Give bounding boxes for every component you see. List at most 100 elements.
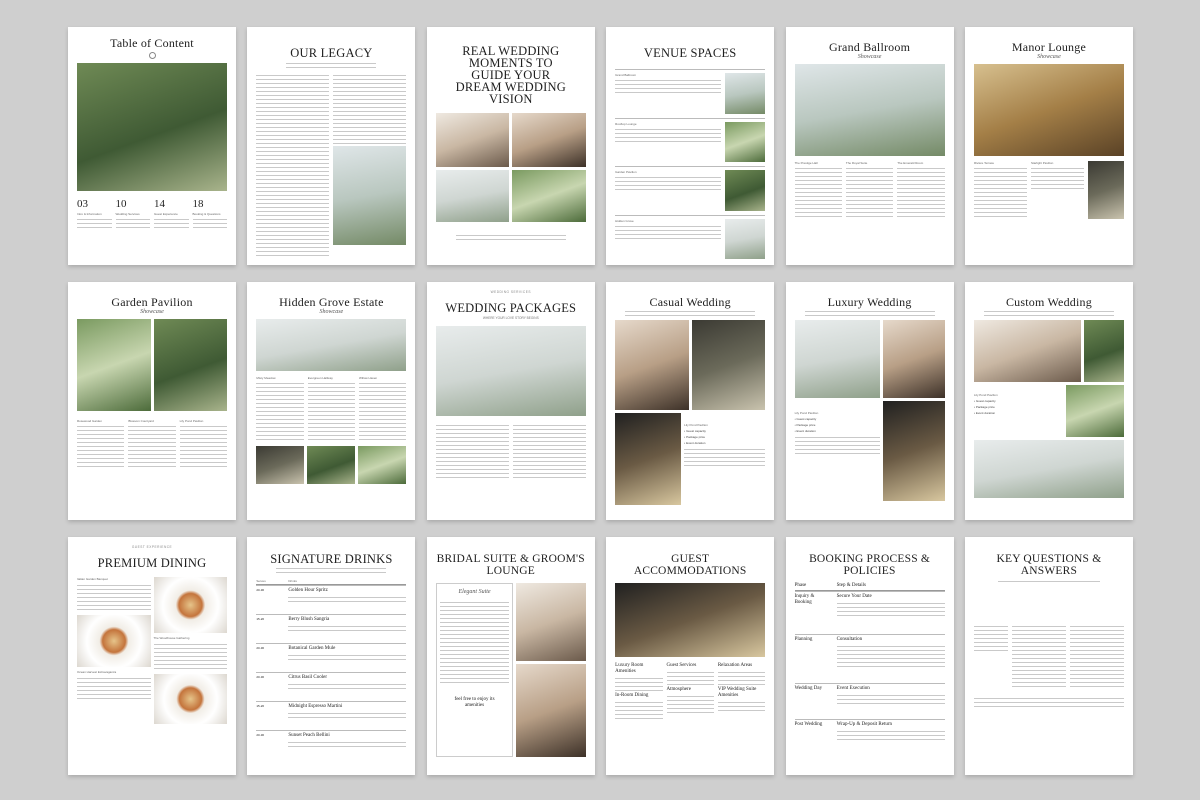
venue-thumb xyxy=(725,218,766,259)
table-decor-photo xyxy=(882,401,945,501)
page-script-title: Showcase xyxy=(319,309,344,315)
amenity-heading: Luxury Room Amenities xyxy=(615,663,644,674)
estate-photo xyxy=(435,170,510,222)
page-title: REAL WEDDING MOMENTS TO GUIDE YOUR DREAM… xyxy=(455,44,566,106)
drink-serves: 20-30 xyxy=(256,588,265,592)
venue-thumb xyxy=(725,170,766,211)
room-name: The Prestige Hall xyxy=(794,161,818,165)
package-bullet: Package price xyxy=(974,405,1063,409)
toc-number: 10 xyxy=(115,198,127,210)
amenity-heading: In-Room Dining xyxy=(615,693,649,698)
page-title: WEDDING PACKAGES xyxy=(445,301,577,315)
drink-name: Midnight Espresso Martini xyxy=(288,704,343,709)
page-casual-wedding: Casual Wedding Lily Pond Pavilion Guest … xyxy=(606,282,775,520)
drink-name: Golden Hour Spritz xyxy=(288,588,328,593)
phase-step: Wrap-Up & Deposit Return xyxy=(836,721,893,727)
room-name: The Emerald Room xyxy=(897,161,924,165)
estate-photo xyxy=(333,146,407,245)
venue-space-name[interactable]: Hidden Grove xyxy=(615,219,721,223)
toc-label[interactable]: Intro & Information xyxy=(77,212,112,216)
page-bridal-suite: BRIDAL SUITE & GROOM'S LOUNGE Elegant Su… xyxy=(426,537,595,775)
page-luxury-wedding: Luxury Wedding Lily Pond Pavilion Guest … xyxy=(785,282,954,520)
couple-photo xyxy=(512,113,586,167)
couple-photo xyxy=(615,320,689,410)
area-name: Evergreen Hallway xyxy=(307,376,333,380)
lounge-photo xyxy=(973,64,1124,156)
phase-step: Event Execution xyxy=(836,685,870,691)
page-title: Hidden Grove Estate xyxy=(279,295,384,309)
doorway-photo xyxy=(1087,161,1124,219)
page-title: SIGNATURE DRINKS xyxy=(270,552,393,566)
package-bullet: Event duration xyxy=(795,429,880,433)
page-signature-drinks: SIGNATURE DRINKS Serves Drinks 20-30 Gold… xyxy=(247,537,416,775)
suite-script-title: Elegant Suite xyxy=(458,589,491,595)
drink-name: Citrus Basil Cooler xyxy=(288,675,328,680)
room-name: Rivière Terrace xyxy=(973,161,995,165)
venue-space-name[interactable]: Grand Ballroom xyxy=(615,73,721,77)
menu-name: Ocean Harvest Extravaganza xyxy=(77,670,117,674)
page-real-wedding-moments: REAL WEDDING MOMENTS TO GUIDE YOUR DREAM… xyxy=(426,27,595,265)
banquet-hall-photo xyxy=(615,583,766,657)
drink-serves: 20-30 xyxy=(256,646,265,650)
page-key-questions: KEY QUESTIONS & ANSWERS xyxy=(964,537,1133,775)
page-title: Luxury Wedding xyxy=(827,295,912,309)
toc-number: 18 xyxy=(192,198,204,210)
venue-space-name[interactable]: Garden Pavilion xyxy=(615,170,721,174)
page-booking-process: BOOKING PROCESS & POLICIES Phase Step & … xyxy=(785,537,954,775)
page-spread-grid: Table of Content 03 Intro & Information 1… xyxy=(68,27,1133,775)
page-script-title: Showcase xyxy=(140,309,164,315)
page-title: Grand Ballroom xyxy=(829,40,911,54)
drink-serves: 20-30 xyxy=(256,733,265,737)
venue-thumb xyxy=(725,121,766,162)
area-name: Blossom Courtyard xyxy=(128,419,154,423)
page-title: Table of Content xyxy=(110,36,194,50)
table-header: Phase xyxy=(794,583,807,588)
package-venue: Lily Pond Pavilion xyxy=(973,393,998,397)
venue-photo xyxy=(77,63,227,191)
page-title: Garden Pavilion xyxy=(111,295,193,309)
drink-serves: 20-30 xyxy=(256,675,265,679)
couple-photo xyxy=(435,113,510,167)
room-name: Starlight Pavilion xyxy=(1030,161,1054,165)
page-script-title: Showcase xyxy=(1037,54,1061,60)
amenity-heading: Relaxation Areas xyxy=(717,663,753,668)
page-title: BOOKING PROCESS & POLICIES xyxy=(809,553,931,577)
toc-label[interactable]: Booking & Questions xyxy=(193,212,228,216)
dish-photo xyxy=(153,674,227,724)
amenity-heading: Atmosphere xyxy=(666,687,691,692)
menu-name: The Woodhouse Gathering xyxy=(153,636,190,640)
page-title: KEY QUESTIONS & ANSWERS xyxy=(996,553,1102,577)
ceremony-photo xyxy=(512,170,586,222)
couple-photo xyxy=(883,320,945,398)
toast-photo xyxy=(973,320,1081,382)
toc-label[interactable]: Wedding Services xyxy=(116,212,151,216)
page-custom-wedding: Custom Wedding Lily Pond Pavilion Guest … xyxy=(964,282,1133,520)
phase-name: Planning xyxy=(794,636,813,642)
page-title: VENUE SPACES xyxy=(643,46,737,60)
page-title: GUEST ACCOMMODATIONS xyxy=(633,553,747,577)
page-grand-ballroom: Grand Ballroom Showcase The Prestige Hal… xyxy=(785,27,954,265)
area-name: Misty Meadow xyxy=(256,376,276,380)
venue-space-name[interactable]: Rooftop Lounge xyxy=(615,122,721,126)
amenity-heading: Guest Services xyxy=(666,663,697,668)
toc-label[interactable]: Guest Experience xyxy=(154,212,189,216)
toc-number: 14 xyxy=(154,198,165,210)
page-venue-spaces: VENUE SPACES Grand Ballroom Rooftop Loun… xyxy=(606,27,775,265)
menu-name: Italian Garden Banquet xyxy=(77,577,108,581)
page-subtitle: WHERE YOUR LOVE STORY BEGINS xyxy=(482,316,539,320)
ballroom-photo xyxy=(794,64,945,156)
area-name: Lily Pond Pavilion xyxy=(179,419,204,423)
package-bullet: Package price xyxy=(684,435,765,439)
drink-serves: 15-20 xyxy=(256,704,265,708)
drink-name: Botanical Garden Mule xyxy=(288,646,336,651)
venue-thumb xyxy=(725,73,766,114)
page-our-legacy: OUR LEGACY xyxy=(247,27,416,265)
dish-photo xyxy=(77,615,151,667)
page-premium-dining: GUEST EXPERIENCE PREMIUM DINING Italian … xyxy=(68,537,236,775)
page-title: BRIDAL SUITE & GROOM'S LOUNGE xyxy=(436,553,585,577)
table-header: Serves xyxy=(256,579,266,583)
drink-name: Berry Blush Sangria xyxy=(288,617,330,622)
phase-step: Consultation xyxy=(836,636,863,642)
package-bullet: Guest capacity xyxy=(684,429,765,433)
page-guest-accommodations: GUEST ACCOMMODATIONS Luxury Room Ameniti… xyxy=(606,537,775,775)
